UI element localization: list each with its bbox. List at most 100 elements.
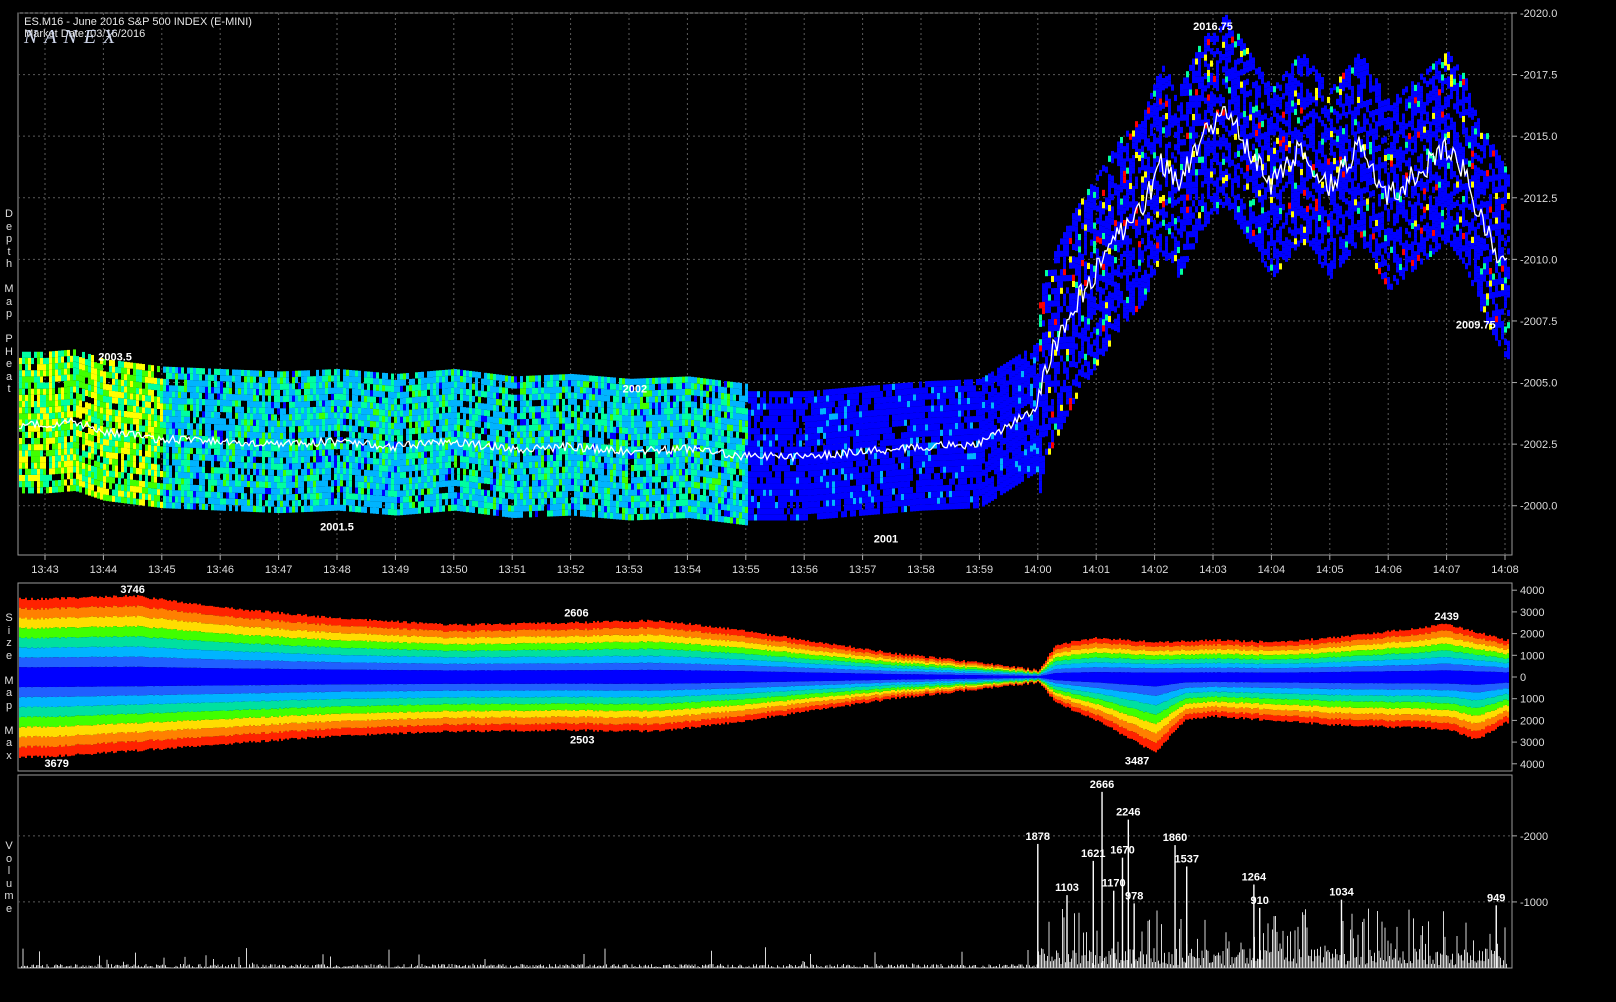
depth-cell [643, 464, 646, 471]
depth-cell [310, 431, 313, 438]
depth-cell [115, 385, 118, 392]
depth-cell [397, 496, 400, 504]
depth-cell [64, 479, 67, 486]
depth-cell [193, 429, 196, 436]
depth-cell [163, 385, 166, 392]
depth-cell [397, 490, 400, 497]
depth-cell [652, 402, 655, 409]
depth-cell [724, 461, 727, 468]
depth-cell [640, 433, 643, 440]
depth-cell [388, 422, 391, 429]
depth-cell [385, 416, 388, 423]
depth-cell [721, 491, 724, 498]
depth-cell [538, 406, 541, 413]
depth-cell [670, 475, 673, 482]
depth-cell [724, 473, 727, 480]
depth-cell [478, 482, 481, 490]
depth-cell [673, 457, 676, 464]
depth-cell [121, 484, 124, 491]
depth-cell [457, 430, 460, 438]
depth-cell [550, 405, 553, 412]
depth-cell [688, 456, 691, 463]
depth-cell [121, 367, 124, 374]
depth-cell [121, 459, 124, 467]
depth-cell [373, 427, 376, 434]
depth-cell [463, 456, 466, 463]
depth-cell [514, 468, 517, 475]
depth-cell [454, 375, 457, 382]
depth-cell [529, 461, 532, 469]
depth-cell [367, 396, 370, 403]
depth-cell [634, 397, 637, 404]
depth-cell [511, 505, 514, 512]
depth-cell [508, 480, 511, 487]
depth-cell [484, 465, 487, 472]
depth-cell [538, 467, 541, 474]
depth-cell [49, 437, 52, 444]
depth-cell [361, 395, 364, 402]
depth-cell [421, 408, 424, 415]
depth-cell [268, 371, 271, 378]
depth-cell [589, 474, 592, 481]
depth-cell [616, 408, 619, 415]
depth-cell [457, 467, 460, 475]
depth-cell [649, 488, 652, 496]
depth-cell [625, 396, 628, 404]
depth-cell [454, 449, 457, 456]
depth-cell [442, 406, 445, 414]
depth-cell [238, 419, 241, 426]
depth-cell [577, 417, 580, 424]
depth-cell [325, 369, 328, 376]
depth-cell [370, 433, 373, 440]
depth-cell [406, 459, 409, 466]
depth-cell [343, 505, 346, 512]
depth-cell [271, 500, 274, 507]
depth-cell [673, 487, 676, 495]
depth-cell [433, 413, 436, 421]
depth-cell [676, 426, 679, 433]
depth-cell [721, 405, 724, 412]
depth-cell [334, 418, 337, 425]
depth-cell [199, 429, 202, 436]
depth-cell [157, 415, 160, 422]
depth-cell [586, 510, 589, 517]
depth-cell [733, 412, 736, 420]
depth-cell [49, 400, 52, 407]
depth-cell [64, 411, 67, 418]
depth-cell [595, 388, 598, 395]
depth-cell [169, 465, 172, 472]
depth-cell [733, 517, 736, 524]
depth-cell [676, 401, 679, 408]
depth-cell [172, 496, 175, 503]
depth-cell [523, 406, 526, 413]
depth-cell [685, 499, 688, 506]
depth-cell [397, 447, 400, 454]
depth-cell [580, 430, 583, 437]
depth-cell [235, 468, 238, 475]
depth-cell [268, 407, 271, 415]
depth-cell [703, 458, 706, 465]
depth-cell [697, 439, 700, 446]
depth-cell [676, 456, 679, 464]
depth-cell [175, 477, 178, 485]
depth-cell [655, 402, 658, 409]
depth-cell [676, 383, 679, 390]
depth-cell [736, 511, 739, 519]
depth-cell [175, 471, 178, 478]
depth-cell [127, 448, 130, 455]
depth-cell [175, 385, 178, 392]
depth-cell [526, 425, 529, 432]
depth-cell [235, 462, 238, 469]
depth-cell [325, 394, 328, 401]
depth-cell [100, 468, 103, 476]
depth-cell [145, 407, 148, 414]
depth-cell [220, 455, 223, 462]
depth-cell [253, 388, 256, 396]
depth-cell [124, 491, 127, 498]
depth-cell [481, 378, 484, 385]
depth-cell [196, 460, 199, 467]
depth-cell [514, 413, 517, 420]
depth-cell [313, 493, 316, 500]
depth-cell [277, 506, 280, 514]
depth-cell [100, 462, 103, 469]
